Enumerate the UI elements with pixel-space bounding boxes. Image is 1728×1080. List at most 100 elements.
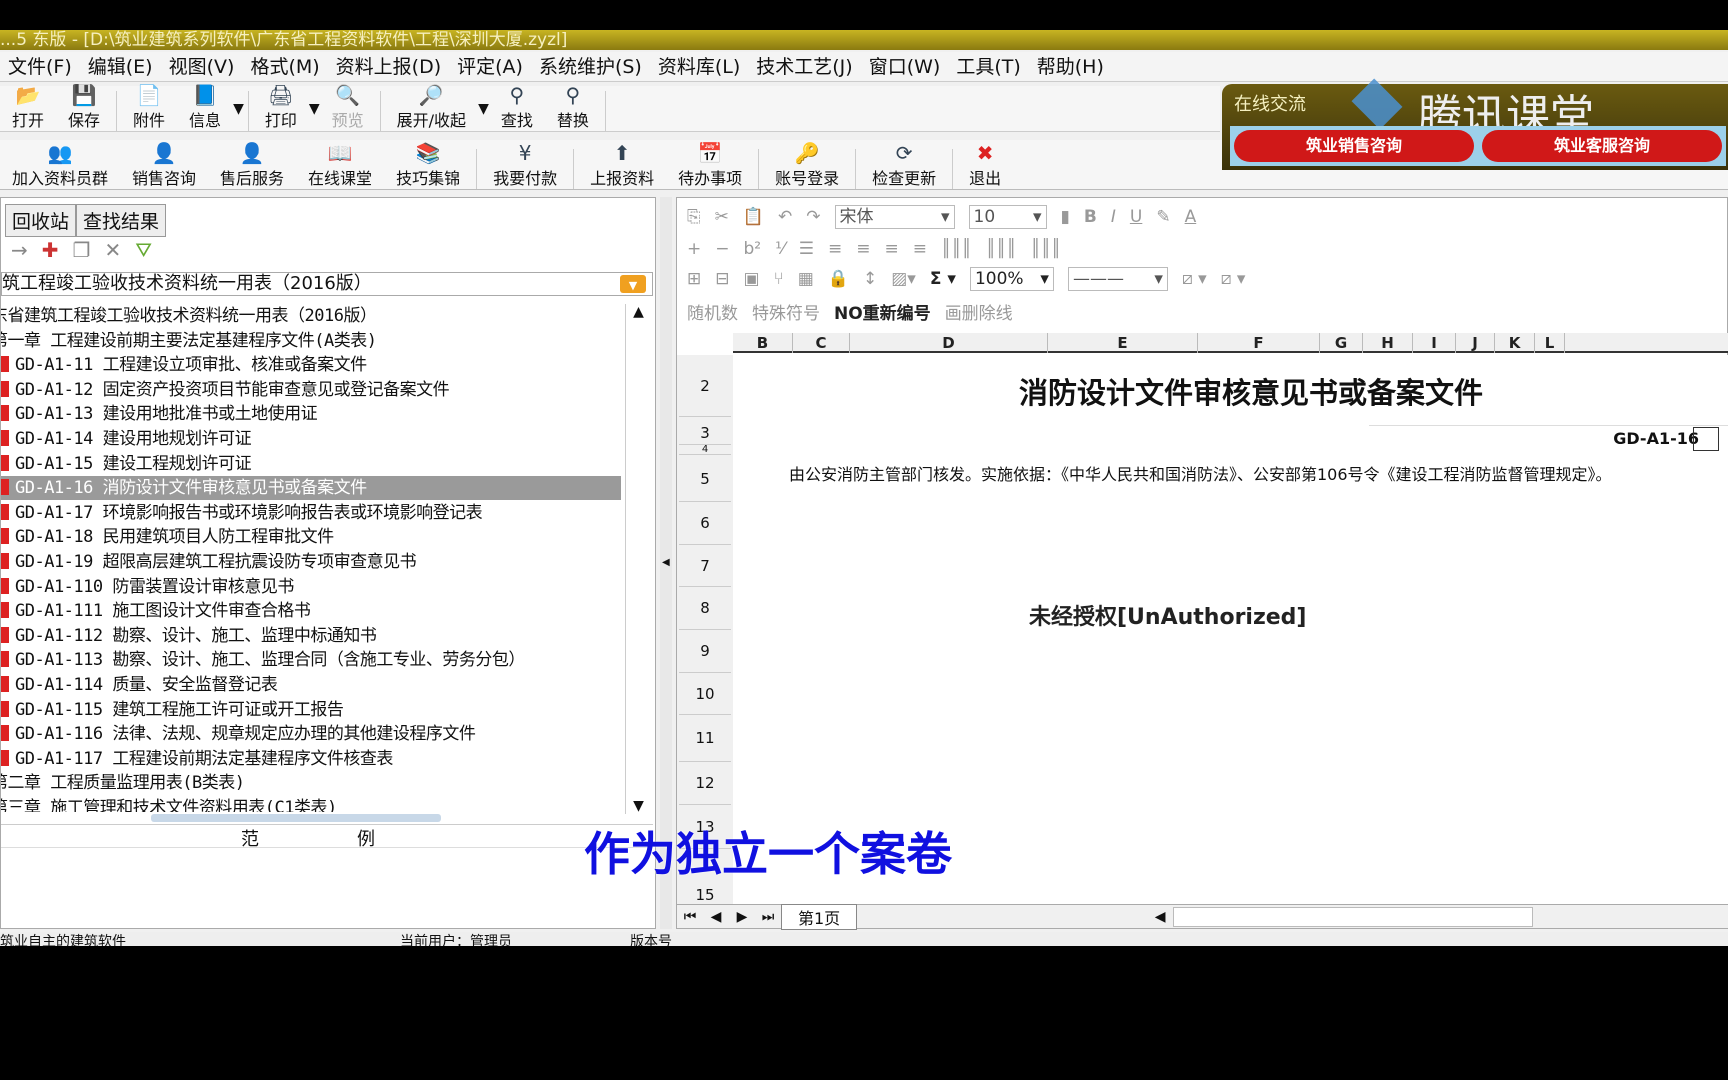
tree-item[interactable]: GD-A1-11 工程建设立项审批、核准或备案文件 (1, 353, 367, 377)
dropdown-arrow-icon[interactable]: ▼ (478, 101, 489, 117)
zoom-select[interactable]: 100% ▾ (969, 267, 1054, 291)
open-folder-button[interactable]: 📂 打开 (0, 83, 56, 131)
align-center-icon[interactable]: ≡ (856, 239, 870, 259)
tree-scrollbar[interactable]: ▲ ▼ (625, 304, 651, 814)
tree-item[interactable]: GD-A1-115 建筑工程施工许可证或开工报告 (1, 698, 344, 722)
fill-icon[interactable]: ▮ (1061, 207, 1070, 227)
row-header-cell[interactable]: 10 (679, 673, 731, 715)
barcode-icon[interactable]: ║║║ (941, 239, 972, 259)
row-header-cell[interactable]: 9 (679, 630, 731, 673)
column-header-cell[interactable]: I (1413, 333, 1456, 353)
tree-item[interactable]: GD-A1-16 消防设计文件审核意见书或备案文件 (1, 476, 621, 501)
menu-item[interactable]: 资料上报(D) (328, 52, 449, 81)
lock-icon[interactable]: 🔒 (828, 269, 849, 289)
update-button[interactable]: ⟳ 检查更新 (860, 141, 948, 189)
italic-icon[interactable]: I (1111, 207, 1116, 227)
column-header-cell[interactable]: E (1048, 333, 1198, 353)
new-document-icon[interactable]: ✚ (42, 238, 59, 262)
tree-item[interactable]: GD-A1-114 质量、安全监督登记表 (1, 673, 278, 697)
plus-icon[interactable]: + (687, 239, 701, 259)
justify-icon[interactable]: ≡ (913, 239, 927, 259)
menu-item[interactable]: 视图(V) (161, 52, 243, 81)
line-spacing-icon[interactable]: ↕ (863, 269, 877, 289)
menu-item[interactable]: 系统维护(S) (531, 52, 650, 81)
tree-item[interactable]: GD-A1-116 法律、法规、规章规定应办理的其他建设程序文件 (1, 722, 476, 746)
special-symbol-button[interactable]: 特殊符号 (752, 299, 820, 324)
sales-consult-button[interactable]: 筑业销售咨询 (1234, 130, 1474, 162)
merge-icon[interactable]: ⊞ (687, 269, 701, 289)
border-icon[interactable]: ⧄ ▾ (1221, 269, 1246, 289)
template-selector[interactable]: 筑工程竣工验收技术资料统一用表（2016版） ▼ (1, 272, 653, 296)
menu-item[interactable]: 帮助(H) (1029, 52, 1112, 81)
image-icon[interactable]: ▨▾ (891, 269, 916, 289)
tree-folder[interactable]: 东省建筑工程竣工验收技术资料统一用表（2016版） (1, 304, 377, 328)
barcode-icon[interactable]: ║║║ (986, 239, 1017, 259)
last-sheet-icon[interactable]: ⏭ (755, 909, 781, 925)
row-header-cell[interactable]: 2 (679, 355, 731, 417)
tree-item[interactable]: GD-A1-112 勘察、设计、施工、监理中标通知书 (1, 624, 377, 648)
support-consult-button[interactable]: 筑业客服咨询 (1482, 130, 1722, 162)
column-header-cell[interactable]: B (733, 333, 793, 353)
tree-item[interactable]: GD-A1-15 建设工程规划许可证 (1, 452, 252, 476)
expand-collapse-button[interactable]: 🔎 展开/收起 (385, 83, 478, 131)
tree-icon[interactable]: ⑂ (774, 269, 784, 289)
tree-folder[interactable]: 第二章 工程质量监理用表(B类表) (1, 771, 245, 795)
row-header-cell[interactable]: 12 (679, 762, 731, 805)
barcode-icon[interactable]: ║║║ (1030, 239, 1061, 259)
group-button[interactable]: 👥 加入资料员群 (0, 141, 120, 189)
tab-search-results[interactable]: 查找结果 (76, 204, 167, 237)
column-header-cell[interactable]: H (1363, 333, 1413, 353)
tree-item[interactable]: GD-A1-19 超限高层建筑工程抗震设防专项审查意见书 (1, 550, 417, 574)
panel-collapse-handle[interactable] (151, 814, 441, 822)
menu-item[interactable]: 技术工艺(J) (748, 52, 860, 81)
todo-button[interactable]: 📅 待办事项 (666, 141, 754, 189)
dropdown-arrow-icon[interactable]: ▼ (309, 101, 320, 117)
print-button[interactable]: 🖨 打印 (253, 83, 309, 131)
cut-icon[interactable]: ✂ (715, 207, 729, 227)
exit-button[interactable]: ✖ 退出 (957, 141, 1013, 189)
sheet-tab[interactable]: 第1页 (781, 903, 858, 930)
grid-icon[interactable]: ▦ (798, 269, 814, 289)
highlight-icon[interactable]: ✎ (1156, 207, 1170, 227)
copy-icon[interactable]: ⎘ (687, 207, 701, 227)
underline-icon[interactable]: U (1130, 207, 1142, 227)
dropdown-arrow-icon[interactable]: ▼ (233, 101, 244, 117)
delete-icon[interactable]: ✕ (104, 238, 121, 262)
menu-item[interactable]: 工具(T) (948, 52, 1028, 81)
classroom-button[interactable]: 📖 在线课堂 (296, 141, 384, 189)
user-button[interactable]: 👤 销售咨询 (120, 141, 208, 189)
menu-item[interactable]: 编辑(E) (80, 52, 161, 81)
tree-item[interactable]: GD-A1-13 建设用地批准书或土地使用证 (1, 402, 318, 426)
column-header-cell[interactable]: K (1495, 333, 1535, 353)
border-icon[interactable]: ⧄ ▾ (1182, 269, 1207, 289)
column-header-cell[interactable]: D (850, 333, 1048, 353)
row-header-cell[interactable]: 8 (679, 587, 731, 630)
tree-item[interactable]: GD-A1-111 施工图设计文件审查合格书 (1, 599, 311, 623)
strikethrough-button[interactable]: 画删除线 (945, 299, 1013, 324)
split-icon[interactable]: ⊟ (715, 269, 729, 289)
tree-item[interactable]: GD-A1-113 勘察、设计、施工、监理合同（含施工专业、劳务分包） (1, 648, 525, 672)
superscript-icon[interactable]: b² (744, 239, 762, 259)
tab-recycle-bin[interactable]: 回收站 (5, 204, 77, 237)
prev-sheet-icon[interactable]: ◀ (703, 909, 729, 925)
font-color-icon[interactable]: A (1185, 207, 1197, 227)
tree-item[interactable]: GD-A1-110 防雷装置设计审核意见书 (1, 575, 294, 599)
row-header-cell[interactable]: 7 (679, 545, 731, 587)
font-family-select[interactable]: 宋体 ▾ (834, 205, 955, 229)
column-header-cell[interactable]: F (1198, 333, 1320, 353)
attachment-button[interactable]: 📄 附件 (121, 83, 177, 131)
bold-icon[interactable]: B (1084, 207, 1097, 227)
row-header-cell[interactable]: 11 (679, 715, 731, 762)
replace-button[interactable]: ⚲ 替换 (545, 83, 601, 131)
tree-item[interactable]: GD-A1-117 工程建设前期法定基建程序文件核查表 (1, 747, 393, 771)
tree-item[interactable]: GD-A1-17 环境影响报告书或环境影响报告表或环境影响登记表 (1, 501, 483, 525)
undo-icon[interactable]: ↶ (778, 207, 792, 227)
align-icon[interactable]: ☰ (799, 239, 814, 259)
paste-icon[interactable]: 📋 (743, 207, 764, 227)
column-header-cell[interactable]: J (1456, 333, 1495, 353)
renumber-button[interactable]: NO重新编号 (834, 299, 931, 324)
book-button[interactable]: 📚 技巧集锦 (384, 141, 472, 189)
column-header-cell[interactable]: L (1535, 333, 1565, 353)
copy-icon[interactable]: ❐ (73, 238, 91, 262)
cell-icon[interactable]: ▣ (744, 269, 760, 289)
